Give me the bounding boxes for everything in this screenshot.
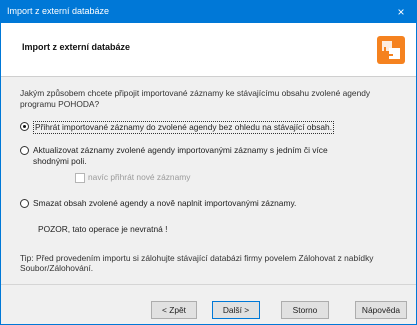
option-replace-label[interactable]: Smazat obsah zvolené agendy a nově napln… [33, 198, 296, 209]
radio-append[interactable] [20, 122, 29, 131]
window-title: Import z externí databáze [7, 6, 110, 16]
warning-text: POZOR, tato operace je nevratná ! [38, 224, 168, 234]
question-text: Jakým způsobem chcete připojit importova… [20, 88, 371, 109]
title-bar: Import z externí databáze × [1, 1, 416, 23]
tip-text-line2: Soubor/Zálohování. [20, 263, 94, 273]
radio-replace[interactable] [20, 199, 29, 208]
checkbox-add-new-label[interactable]: navíc přihrát nové záznamy [88, 172, 190, 183]
back-button[interactable]: < Zpět [151, 301, 197, 319]
page-title: Import z externí databáze [22, 42, 131, 52]
import-dialog: Import z externí databáze × Import z ext… [0, 0, 417, 325]
help-button[interactable]: Nápověda [355, 301, 407, 319]
radio-update[interactable] [20, 146, 29, 155]
close-icon[interactable]: × [386, 1, 416, 23]
checkbox-add-new-box[interactable] [75, 173, 85, 183]
import-db-icon [377, 36, 405, 64]
option-update-label-line2[interactable]: shodnými poli. [33, 156, 87, 167]
wizard-header: Import z externí databáze [1, 23, 416, 77]
footer-divider [1, 284, 416, 285]
option-update-label-line1[interactable]: Aktualizovat záznamy zvolené agendy impo… [33, 145, 328, 156]
option-append-label[interactable]: Přihrát importované záznamy do zvolené a… [33, 121, 335, 134]
cancel-button[interactable]: Storno [281, 301, 329, 319]
next-button[interactable]: Další > [212, 301, 260, 319]
